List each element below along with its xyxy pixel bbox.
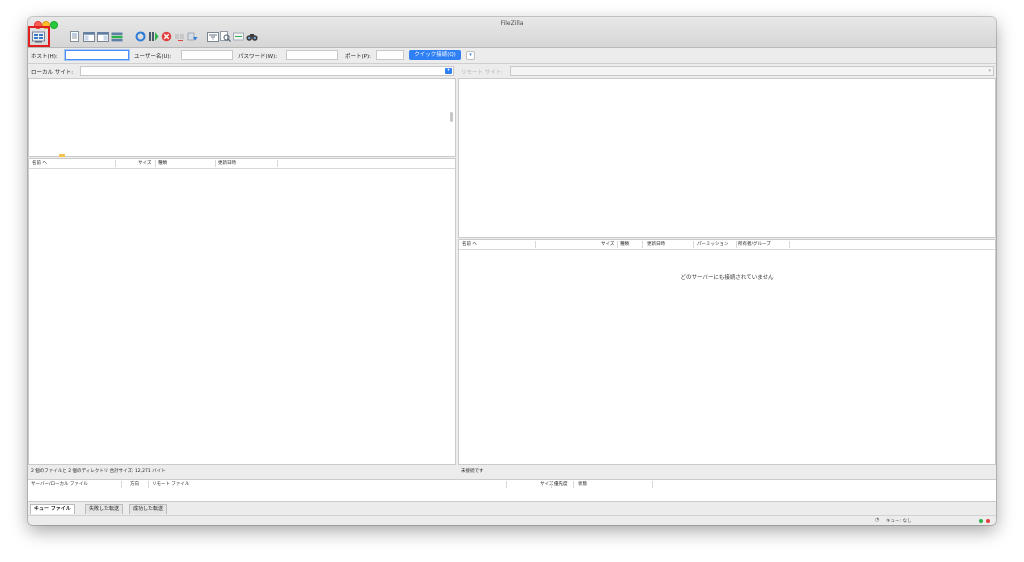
queue-col-direction[interactable]: 方向 <box>130 480 139 489</box>
quickconnect-bar: ホスト(H): ユーザー名(U): パスワード(W): ポート(P): クイック… <box>28 48 996 64</box>
local-col-name[interactable]: 名前 ヘ <box>32 159 47 168</box>
column-divider[interactable] <box>535 241 536 248</box>
queue-col-server-local[interactable]: サーバー/ローカル ファイル <box>31 480 88 489</box>
tab-failed-transfers[interactable]: 失敗した転送 <box>85 504 124 514</box>
process-queue-icon[interactable] <box>147 30 160 43</box>
column-divider[interactable] <box>736 241 737 248</box>
site-manager-highlight <box>28 26 50 47</box>
toggle-queue-icon[interactable] <box>110 30 123 43</box>
tree-scrollbar[interactable] <box>450 112 453 122</box>
column-divider[interactable] <box>506 481 507 488</box>
remote-col-size[interactable]: サイズ <box>601 240 614 249</box>
local-file-list-header: 名前 ヘ サイズ 種類 更新日時 <box>29 159 455 169</box>
remote-site-path-input: ▾ <box>510 66 994 76</box>
password-input[interactable] <box>286 50 338 60</box>
local-site-bar: ローカル サイト: ▾ <box>28 65 456 77</box>
local-site-label: ローカル サイト: <box>31 70 74 76</box>
column-divider[interactable] <box>573 481 574 488</box>
port-label: ポート(P): <box>345 54 371 60</box>
toggle-remote-tree-icon[interactable] <box>96 30 109 43</box>
remote-site-bar: リモート サイト: ▾ <box>458 65 996 77</box>
port-input[interactable] <box>376 50 404 60</box>
column-divider[interactable] <box>155 160 156 167</box>
remote-file-list-header: 名前 ヘ サイズ 種類 更新日時 パーミッション 所有者/グループ <box>459 240 995 250</box>
upload-indicator-icon <box>979 519 983 523</box>
window-title: FileZilla <box>500 20 524 27</box>
queue-col-remote-file[interactable]: リモート ファイル <box>152 480 189 489</box>
local-directory-tree[interactable] <box>28 78 456 157</box>
filezilla-window: FileZilla ホスト(H): ユーザー名(U): パスワード(W): ポー… <box>28 17 996 525</box>
column-divider[interactable] <box>121 481 122 488</box>
filter-icon[interactable] <box>206 30 219 43</box>
tab-queued-files[interactable]: キュー ファイル <box>30 504 75 514</box>
username-input[interactable] <box>181 50 233 60</box>
column-divider[interactable] <box>215 160 216 167</box>
column-divider[interactable] <box>789 241 790 248</box>
queue-col-priority[interactable]: 優先度 <box>554 480 568 489</box>
queue-status-icon: ◔ <box>875 517 880 523</box>
local-col-type[interactable]: 種類 <box>158 159 167 168</box>
column-divider[interactable] <box>148 481 149 488</box>
sync-browse-icon[interactable] <box>232 30 245 43</box>
tab-successful-transfers[interactable]: 成功した転送 <box>129 504 168 514</box>
not-connected-message: どのサーバーにも接続されていません <box>680 275 774 281</box>
username-label: ユーザー名(U): <box>134 54 172 60</box>
reconnect-icon[interactable] <box>186 30 199 43</box>
remote-col-owner[interactable]: 所有者/グループ <box>738 240 771 249</box>
remote-col-modified[interactable]: 更新日時 <box>647 240 665 249</box>
toggle-local-tree-icon[interactable] <box>82 30 95 43</box>
local-col-modified[interactable]: 更新日時 <box>218 159 236 168</box>
remote-col-name[interactable]: 名前 ヘ <box>462 240 477 249</box>
quickconnect-history-dropdown[interactable]: ▾ <box>466 51 475 60</box>
host-label: ホスト(H): <box>31 54 58 60</box>
local-status-text: 2 個のファイルと 2 個のディレクトリ 合計サイズ: 12,271 バイト <box>31 467 455 476</box>
password-label: パスワード(W): <box>238 54 278 60</box>
bottom-status-bar: ◔ キュー: なし <box>28 515 996 525</box>
column-divider[interactable] <box>693 241 694 248</box>
remote-status-text: 未接続です <box>461 467 995 476</box>
queue-status-text: キュー: なし <box>886 519 912 524</box>
column-divider[interactable] <box>115 160 116 167</box>
local-col-size[interactable]: サイズ <box>138 159 151 168</box>
toggle-message-log-icon[interactable] <box>68 30 81 43</box>
download-indicator-icon <box>986 519 990 523</box>
local-site-path-input[interactable]: ▾ <box>80 66 454 76</box>
remote-directory-tree <box>458 78 996 238</box>
column-divider[interactable] <box>617 241 618 248</box>
chevron-down-icon: ▾ <box>469 52 472 58</box>
title-bar: FileZilla <box>28 17 996 48</box>
remote-site-label: リモート サイト: <box>461 70 504 76</box>
quickconnect-button[interactable]: クイック接続(Q) <box>409 50 461 60</box>
search-icon[interactable] <box>245 30 258 43</box>
column-divider[interactable] <box>652 481 653 488</box>
chevron-down-icon: ▾ <box>988 68 991 74</box>
local-file-list[interactable]: 名前 ヘ サイズ 種類 更新日時 <box>28 158 456 465</box>
local-site-dropdown-icon[interactable]: ▾ <box>445 68 452 74</box>
column-divider[interactable] <box>551 481 552 488</box>
column-divider[interactable] <box>642 241 643 248</box>
queue-tabs: キュー ファイル 失敗した転送 成功した転送 <box>28 502 996 514</box>
disconnect-icon[interactable] <box>173 30 186 43</box>
queue-list[interactable] <box>28 489 996 502</box>
compare-icon[interactable] <box>219 30 232 43</box>
remote-file-list: 名前 ヘ サイズ 種類 更新日時 パーミッション 所有者/グループ どのサーバー… <box>458 239 996 465</box>
host-input[interactable] <box>65 50 129 60</box>
refresh-icon[interactable] <box>134 30 147 43</box>
column-divider[interactable] <box>277 160 278 167</box>
cancel-icon[interactable] <box>160 30 173 43</box>
folder-icon <box>59 154 65 157</box>
remote-col-permission[interactable]: パーミッション <box>697 240 729 249</box>
queue-col-status[interactable]: 状態 <box>578 480 587 489</box>
remote-col-type[interactable]: 種類 <box>620 240 629 249</box>
